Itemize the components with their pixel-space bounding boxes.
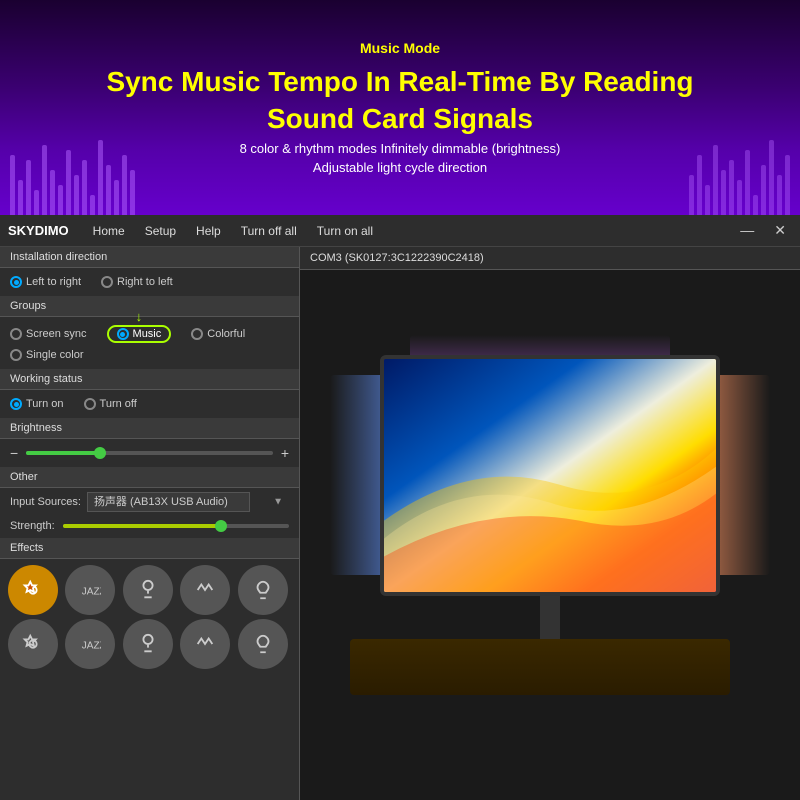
strength-track <box>63 524 289 528</box>
menu-home[interactable]: Home <box>89 222 129 240</box>
other-header: Other <box>0 467 299 488</box>
radio-right-to-left[interactable]: Right to left <box>101 276 173 288</box>
strength-slider[interactable] <box>63 523 289 529</box>
banner-mode: Music Mode <box>360 40 440 56</box>
brightness-plus[interactable]: + <box>281 445 289 461</box>
brightness-row: − + <box>0 439 299 467</box>
app-window: SKYDIMO Home Setup Help Turn off all Tur… <box>0 215 800 800</box>
radio-music-badge[interactable]: Music ↓ <box>107 325 172 343</box>
effect-btn-5[interactable] <box>8 619 58 669</box>
left-panel: Installation direction Left to right Rig… <box>0 247 300 800</box>
radio-dot-music <box>117 328 129 340</box>
close-button[interactable]: ✕ <box>768 222 792 239</box>
radio-colorful[interactable]: Colorful <box>191 328 245 340</box>
radio-dot-left <box>10 276 22 288</box>
monitor-wrap <box>370 355 730 715</box>
right-header: COM3 (SK0127:3C1222390C2418) <box>300 247 800 270</box>
main-content: Installation direction Left to right Rig… <box>0 247 800 800</box>
installation-content: Left to right Right to left <box>0 268 299 296</box>
banner-sub1: 8 color & rhythm modes Infinitely dimmab… <box>240 141 561 156</box>
effect-btn-7[interactable] <box>123 619 173 669</box>
installation-header: Installation direction <box>0 247 299 268</box>
radio-single-color[interactable]: Single color <box>10 349 83 361</box>
effect-btn-3[interactable] <box>180 565 230 615</box>
radio-screen-sync[interactable]: Screen sync <box>10 328 87 340</box>
strength-fill <box>63 524 221 528</box>
groups-header: Groups <box>0 296 299 317</box>
effect-btn-4[interactable] <box>238 565 288 615</box>
banner-title: Sync Music Tempo In Real-Time By Reading… <box>66 64 733 137</box>
effect-btn-1[interactable]: JAZZ <box>65 565 115 615</box>
strength-row: Strength: <box>0 516 299 538</box>
radio-turn-on[interactable]: Turn on <box>10 398 64 410</box>
input-source-row: Input Sources: 扬声器 (AB13X USB Audio) ▼ <box>0 488 299 516</box>
brightness-track <box>26 451 273 455</box>
effect-btn-2[interactable] <box>123 565 173 615</box>
brightness-minus[interactable]: − <box>10 445 18 461</box>
input-source-select-wrapper: 扬声器 (AB13X USB Audio) ▼ <box>87 492 289 512</box>
minimize-button[interactable]: — <box>734 222 760 239</box>
effects-header: Effects <box>0 538 299 559</box>
installation-radio-group: Left to right Right to left <box>10 276 289 288</box>
effect-btn-8[interactable] <box>180 619 230 669</box>
svg-text:JAZZ: JAZZ <box>82 640 101 651</box>
working-status-radio-group: Turn on Turn off <box>10 398 289 410</box>
radio-dot-right <box>101 276 113 288</box>
strength-thumb[interactable] <box>215 520 227 532</box>
effects-grid: JAZZ JAZZ <box>0 559 299 675</box>
strength-label: Strength: <box>10 520 55 532</box>
select-arrow-icon: ▼ <box>273 497 283 508</box>
brightness-thumb[interactable] <box>94 447 106 459</box>
right-panel: COM3 (SK0127:3C1222390C2418) <box>300 247 800 800</box>
groups-radio-group: Screen sync Music ↓ Colorful <box>10 325 289 343</box>
brightness-fill <box>26 451 100 455</box>
radio-turn-off[interactable]: Turn off <box>84 398 137 410</box>
monitor-area <box>300 270 800 800</box>
effect-btn-0[interactable] <box>8 565 58 615</box>
monitor-screen <box>384 359 716 592</box>
arrow-indicator: ↓ <box>136 309 143 324</box>
menu-turn-on-all[interactable]: Turn on all <box>313 222 377 240</box>
radio-dot-colorful <box>191 328 203 340</box>
banner: Music Mode Sync Music Tempo In Real-Time… <box>0 0 800 215</box>
app-name: SKYDIMO <box>8 223 69 238</box>
menu-turn-off-all[interactable]: Turn off all <box>237 222 301 240</box>
radio-dot-single <box>10 349 22 361</box>
brightness-header: Brightness <box>0 418 299 439</box>
desk-surface <box>350 639 730 695</box>
monitor-stand-neck <box>540 596 560 642</box>
input-source-label: Input Sources: <box>10 496 81 508</box>
groups-radio-group-2: Single color <box>10 349 289 361</box>
working-status-header: Working status <box>0 369 299 390</box>
svg-text:JAZZ: JAZZ <box>82 586 101 597</box>
input-source-select[interactable]: 扬声器 (AB13X USB Audio) <box>87 492 250 512</box>
title-bar: SKYDIMO Home Setup Help Turn off all Tur… <box>0 215 800 247</box>
title-bar-controls: — ✕ <box>734 222 792 239</box>
monitor-outer <box>380 355 720 596</box>
radio-dot-off <box>84 398 96 410</box>
radio-dot-screen <box>10 328 22 340</box>
menu-setup[interactable]: Setup <box>141 222 180 240</box>
working-status-content: Turn on Turn off <box>0 390 299 418</box>
radio-dot-on <box>10 398 22 410</box>
radio-left-to-right[interactable]: Left to right <box>10 276 81 288</box>
effect-btn-9[interactable] <box>238 619 288 669</box>
brightness-slider[interactable] <box>26 450 273 456</box>
menu-help[interactable]: Help <box>192 222 225 240</box>
effect-btn-6[interactable]: JAZZ <box>65 619 115 669</box>
groups-content: Screen sync Music ↓ Colorful <box>0 317 299 369</box>
banner-sub2: Adjustable light cycle direction <box>313 160 487 175</box>
